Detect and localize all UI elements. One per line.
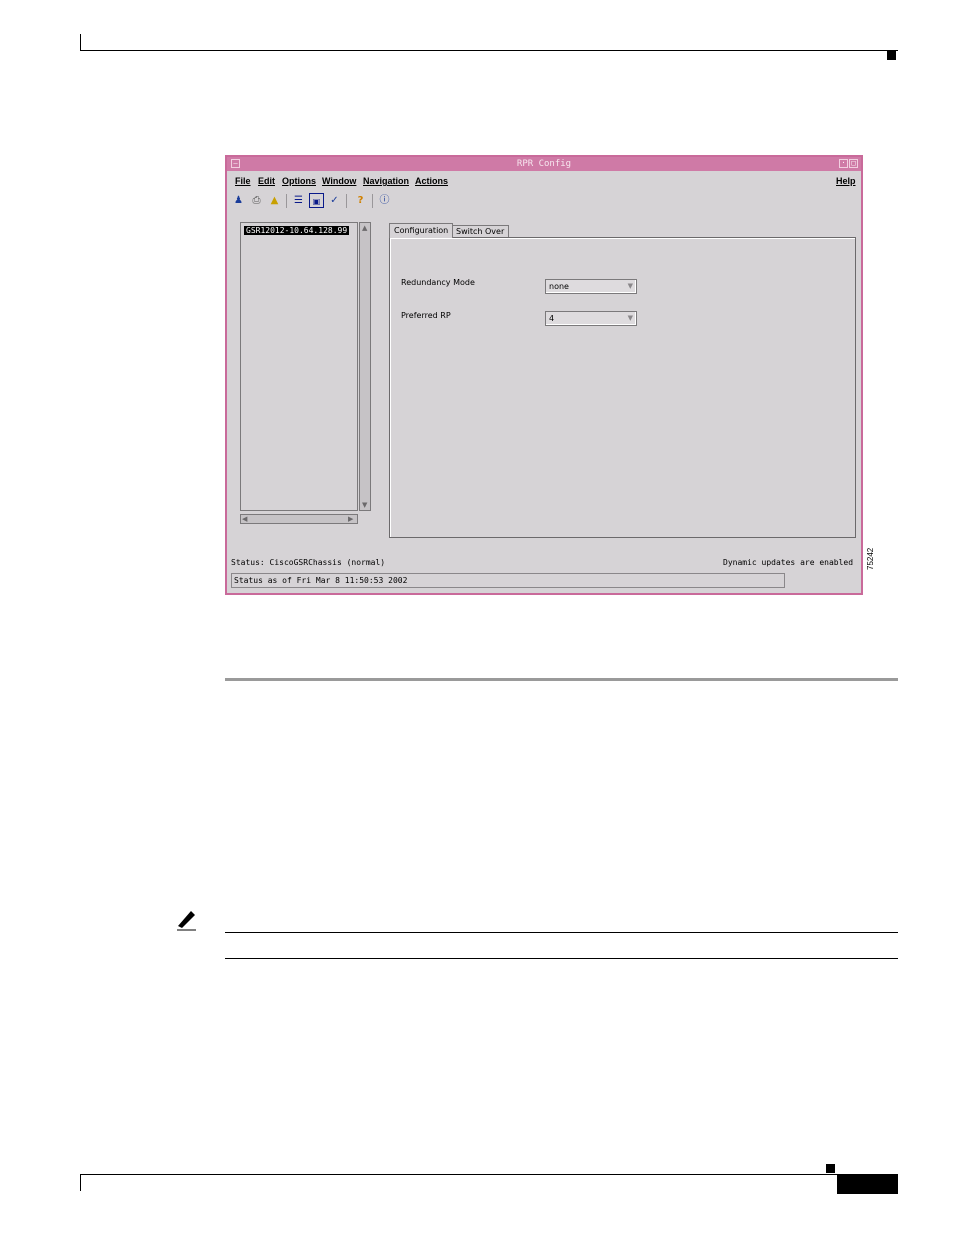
toolbar-separator <box>372 194 373 208</box>
properties-icon[interactable]: ▣ <box>309 193 324 208</box>
tree-vertical-scrollbar[interactable]: ▲ ▼ <box>359 222 371 511</box>
menu-bar: File Edit Options Window Navigation Acti… <box>231 173 857 191</box>
minimize-button[interactable]: · <box>839 159 848 168</box>
footer-marker <box>826 1164 835 1173</box>
redundancy-mode-select[interactable]: none ▼ <box>545 279 637 294</box>
scroll-right-icon[interactable]: ▶ <box>348 515 353 523</box>
window-titlebar[interactable]: – RPR Config · □ <box>227 157 861 171</box>
footer-rule <box>80 1174 898 1175</box>
status-timestamp: Status as of Fri Mar 8 11:50:53 2002 <box>234 576 408 585</box>
footer-tick <box>80 1174 81 1191</box>
note-rule-bottom <box>225 958 898 959</box>
info-icon[interactable]: ⓘ <box>377 193 392 208</box>
configuration-panel: Redundancy Mode none ▼ Preferred RP 4 ▼ <box>389 237 856 538</box>
menu-navigation[interactable]: Navigation <box>363 176 409 186</box>
scroll-down-icon[interactable]: ▼ <box>362 501 367 509</box>
menu-window[interactable]: Window <box>322 176 356 186</box>
header-marker <box>887 51 896 60</box>
rpr-config-window: – RPR Config · □ File Edit Options Windo… <box>225 155 863 595</box>
header-rule <box>80 50 898 51</box>
toolbar-separator <box>286 194 287 208</box>
maximize-button[interactable]: □ <box>849 159 858 168</box>
tab-switch-over[interactable]: Switch Over <box>451 225 510 237</box>
redundancy-mode-value: none <box>549 282 569 291</box>
tree-horizontal-scrollbar[interactable]: ◀ ▶ <box>240 514 358 524</box>
chevron-down-icon: ▼ <box>627 282 633 290</box>
check-icon[interactable]: ✓ <box>327 193 342 208</box>
window-title: RPR Config <box>516 159 572 169</box>
user-icon[interactable]: ♟ <box>231 193 246 208</box>
toolbar: ♟ ⎙ ▲ ☰ ▣ ✓ ? ⓘ <box>231 193 431 211</box>
menu-help[interactable]: Help <box>836 176 856 186</box>
menu-file[interactable]: File <box>235 176 251 186</box>
note-rule-top <box>225 932 898 933</box>
scroll-up-icon[interactable]: ▲ <box>362 224 367 232</box>
menu-actions[interactable]: Actions <box>415 176 448 186</box>
window-menu-button[interactable]: – <box>231 159 240 168</box>
menu-options[interactable]: Options <box>282 176 316 186</box>
figure-id: 75242 <box>866 547 875 570</box>
dynamic-updates-text: Dynamic updates are enabled <box>723 558 854 567</box>
tree-item-device[interactable]: GSR12012-10.64.128.99 <box>244 226 350 235</box>
preferred-rp-value: 4 <box>549 314 555 323</box>
status-text: Status: CiscoGSRChassis (normal) <box>231 558 386 567</box>
open-folder-icon[interactable]: ▲ <box>267 193 282 208</box>
preferred-rp-select[interactable]: 4 ▼ <box>545 311 637 326</box>
note-pencil-icon <box>177 911 196 931</box>
status-bar: Status as of Fri Mar 8 11:50:53 2002 <box>231 573 785 588</box>
scroll-left-icon[interactable]: ◀ <box>242 515 247 523</box>
printer-icon[interactable]: ⎙ <box>249 193 264 208</box>
chevron-down-icon: ▼ <box>627 314 633 322</box>
page-number-block <box>837 1175 898 1194</box>
device-tree[interactable]: GSR12012-10.64.128.99 <box>240 222 358 511</box>
menu-edit[interactable]: Edit <box>258 176 275 186</box>
preferred-rp-label: Preferred RP <box>401 311 451 320</box>
help-icon[interactable]: ? <box>353 193 368 208</box>
toolbar-separator <box>346 194 347 208</box>
redundancy-mode-label: Redundancy Mode <box>401 278 475 287</box>
header-tick <box>80 34 81 51</box>
tab-configuration[interactable]: Configuration <box>389 223 454 238</box>
list-icon[interactable]: ☰ <box>291 193 306 208</box>
section-rule <box>225 678 898 681</box>
